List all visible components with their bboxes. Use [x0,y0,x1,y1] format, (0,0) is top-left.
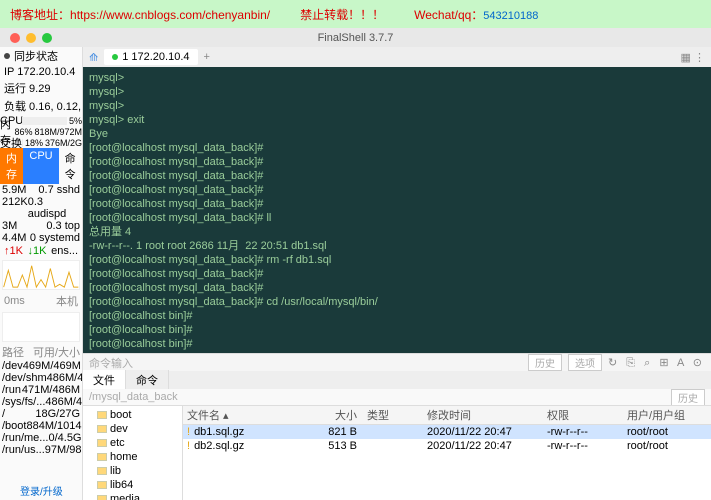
file-row[interactable]: !db1.sql.gz821 B2020/11/22 20:47-rw-r--r… [183,425,711,439]
terminal-line: mysql> exit [89,113,705,127]
status-sidebar: 同步状态 IP 172.20.10.4 运行 9.29 负载 0.16, 0.1… [0,47,83,500]
disk-row: /dev/shm486M/486M [0,372,82,384]
file-tabs[interactable]: 文件命令 [83,371,711,389]
process-row: 4.4M0 systemd [0,232,82,244]
close-icon[interactable] [10,33,20,43]
terminal-line: mysql> [89,71,705,85]
folder-icon [97,495,107,500]
disk-row: /sys/fs/...486M/486M [0,396,82,408]
folder-icon [97,453,107,461]
network-chart [2,260,80,290]
tree-item[interactable]: boot [85,408,180,422]
tree-item[interactable]: media [85,492,180,500]
warning-icon: ! [187,426,190,438]
disk-row: /boot884M/1014M [0,420,82,432]
watermark-banner: 博客地址：https://www.cnblogs.com/chenyanbin/… [0,0,711,28]
minimize-icon[interactable] [26,33,36,43]
options-button[interactable]: 选项 [568,354,602,371]
history-button[interactable]: 历史 [528,354,562,371]
tree-item[interactable]: lib64 [85,478,180,492]
terminal-line: [root@localhost mysql_data_back]# [89,267,705,281]
path-display[interactable]: /mysql_data_back [89,391,178,403]
terminal-line: 总用量 4 [89,225,705,239]
terminal-line: [root@localhost mysql_data_back]# [89,197,705,211]
window-titlebar: FinalShell 3.7.7 [0,28,711,47]
terminal-line: [root@localhost bin]# [89,337,705,351]
terminal-line: [root@localhost mysql_data_back]# ll [89,211,705,225]
terminal-line: [root@localhost mysql_data_back]# [89,141,705,155]
terminal-line: -rw-r--r--. 1 root root 2686 11月 22 20:5… [89,239,705,253]
add-tab-button[interactable]: + [204,51,210,63]
blog-link[interactable]: https://www.cnblogs.com/chenyanbin/ [70,8,270,22]
terminal-line: [root@localhost mysql_data_back]# rm -rf… [89,253,705,267]
disk-row: /dev469M/469M [0,360,82,372]
file-row[interactable]: !db2.sql.gz513 B2020/11/22 20:47-rw-r--r… [183,439,711,453]
terminal-line: [root@localhost mysql_data_back]# [89,183,705,197]
process-row: 212K0.3 audispd [0,196,82,220]
path-history-button[interactable]: 历史 [671,389,705,406]
terminal-line: Bye [89,127,705,141]
terminal-line: [root@localhost mysql_data_back]# [89,169,705,183]
warning-icon: ! [187,440,190,452]
terminal[interactable]: mysql>mysql>mysql>mysql> exitBye[root@lo… [83,67,711,353]
command-input[interactable]: 命令输入 [89,355,133,371]
terminal-line: mysql> [89,85,705,99]
tree-item[interactable]: dev [85,422,180,436]
disk-row: /18G/27G [0,408,82,420]
connection-tabs[interactable]: ⟰ 1 172.20.10.4 + ▦ ⋮ [83,47,711,67]
terminal-line: [root@localhost mysql_data_back]# [89,281,705,295]
latency-chart [2,312,80,342]
terminal-line: [root@localhost bin]# [89,323,705,337]
metric-tabs[interactable]: 内存CPU命令 [0,148,82,184]
folder-icon [97,439,107,447]
disk-row: /run471M/486M [0,384,82,396]
host-tab[interactable]: 1 172.20.10.4 [104,49,197,65]
grid-icon[interactable]: ▦ ⋮ [681,51,705,64]
process-row: 5.9M0.7 sshd [0,184,82,196]
folder-icon [97,467,107,475]
login-link[interactable]: 登录/升级 [20,483,63,498]
window-title: FinalShell 3.7.7 [318,32,394,44]
terminal-line: [root@localhost mysql_data_back]# cd /us… [89,295,705,309]
home-icon[interactable]: ⟰ [89,51,98,64]
folder-icon [97,411,107,419]
disk-row: /run/me...0/4.5G [0,432,82,444]
terminal-line: [root@localhost mysql_data_back]# [89,155,705,169]
toolbar-icons[interactable]: ↻ ⎘ ⌕ ⊞ A ⊙ [608,356,705,370]
folder-tree[interactable]: bootdevetchomeliblib64mediamntmysql_data… [83,406,183,500]
terminal-line: [root@localhost bin]# [89,309,705,323]
maximize-icon[interactable] [42,33,52,43]
terminal-line: [root@localhost bin]# [89,351,705,353]
terminal-line: mysql> [89,99,705,113]
process-row: 3M0.3 top [0,220,82,232]
file-list[interactable]: 文件名 ▴大小类型修改时间权限用户/用户组 !db1.sql.gz821 B20… [183,406,711,500]
folder-icon [97,425,107,433]
tree-item[interactable]: lib [85,464,180,478]
disk-row: /run/us...97M/98M [0,444,82,456]
ip-label: IP 172.20.10.4 [0,65,82,79]
tree-item[interactable]: etc [85,436,180,450]
tree-item[interactable]: home [85,450,180,464]
folder-icon [97,481,107,489]
status-dot-icon [4,53,10,59]
